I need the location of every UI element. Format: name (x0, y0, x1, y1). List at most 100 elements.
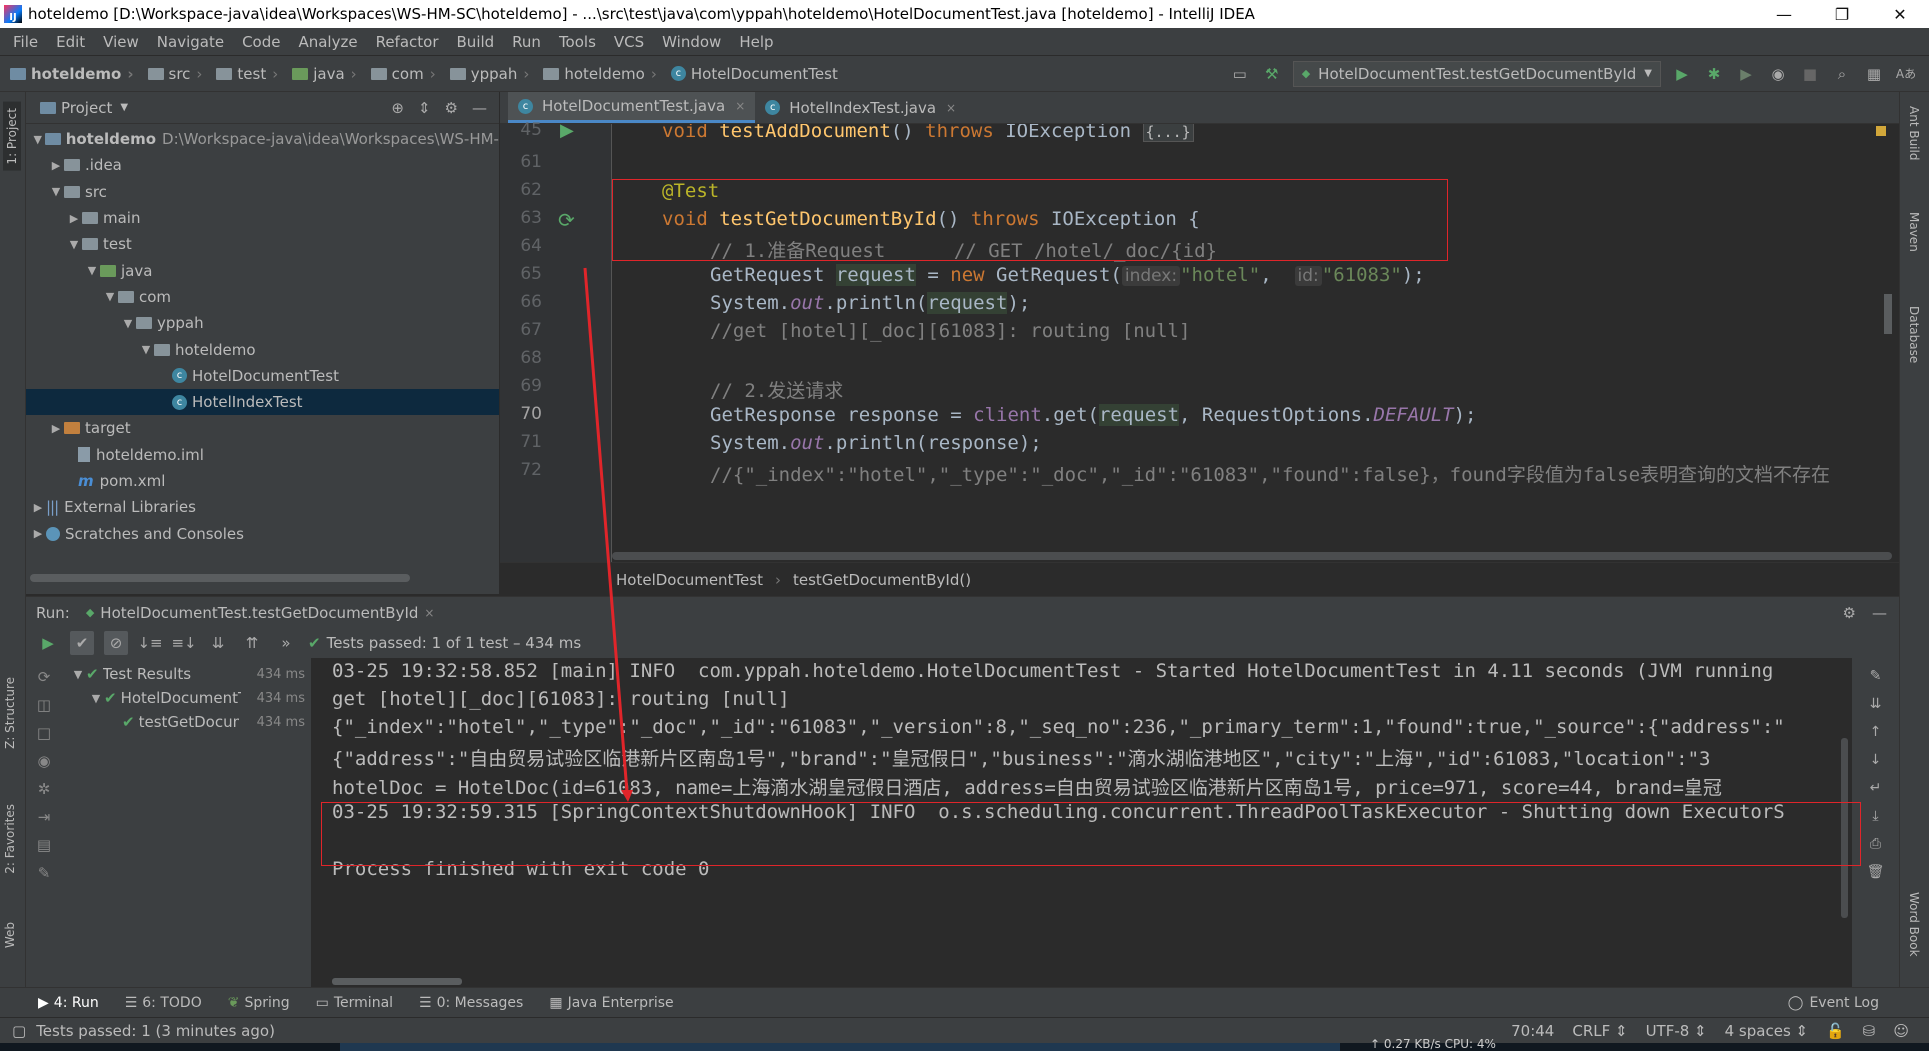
editor-horizontal-scrollbar[interactable] (612, 552, 1892, 560)
translate-icon[interactable]: Aあ (1895, 63, 1917, 85)
menu-tools[interactable]: Tools (550, 33, 605, 51)
menu-build[interactable]: Build (448, 33, 504, 51)
run-test-gutter-icon[interactable]: ▶ (560, 120, 574, 141)
test-class-node[interactable]: ▼ ✔ HotelDocumentTest 434 ms (62, 686, 311, 710)
toggle-auto-test-icon[interactable]: ◫ (37, 696, 51, 714)
expand-arrow-icon[interactable]: ▼ (138, 343, 154, 356)
stop-icon[interactable]: ■ (1799, 63, 1821, 85)
search-icon[interactable]: ⌕ (1831, 63, 1853, 85)
status-message[interactable]: Tests passed: 1 (3 minutes ago) (36, 1022, 275, 1040)
expand-arrow-icon[interactable]: ▼ (120, 317, 136, 330)
tab-todo[interactable]: ☰ 6: TODO (125, 995, 202, 1011)
lock-icon[interactable]: 🔓 (1826, 1022, 1845, 1040)
tree-item-yppah[interactable]: ▼ yppah (26, 310, 499, 336)
nav-crumb-test[interactable]: test › (212, 65, 288, 83)
breadcrumb-method[interactable]: testGetDocumentById() (793, 571, 971, 589)
close-tab-icon[interactable]: × (424, 606, 434, 620)
tree-item-target[interactable]: ▶ target (26, 415, 499, 441)
console-horizontal-scrollbar[interactable] (332, 978, 462, 985)
project-panel-title[interactable]: Project (61, 99, 112, 117)
rerun-failed-icon[interactable]: ⟳ (38, 668, 51, 686)
hector-inspector-icon[interactable]: ☺ (1893, 1022, 1909, 1040)
locate-target-icon[interactable]: ⊕ (391, 99, 404, 117)
tree-item-idea[interactable]: ▶ .idea (26, 152, 499, 178)
test-results-root[interactable]: ▼ ✔ Test Results 434 ms (62, 662, 311, 686)
tab-spring[interactable]: ❦ Spring (228, 995, 290, 1011)
tab-run[interactable]: ▶ 4: Run (38, 995, 99, 1011)
tree-item-com[interactable]: ▼ com (26, 284, 499, 310)
pin-icon[interactable]: ✎ (38, 864, 51, 882)
folded-code-block[interactable]: {...} (1142, 124, 1194, 142)
run-test-gutter-icon[interactable]: ⟳ (558, 208, 575, 232)
tree-item-test[interactable]: ▼ test (26, 231, 499, 257)
nav-crumb-yppah[interactable]: yppah › (446, 65, 540, 83)
expand-arrow-icon[interactable]: ▶ (30, 501, 46, 514)
nav-crumb-hoteldemo[interactable]: hoteldemo › (539, 65, 667, 83)
hide-panel-icon[interactable]: — (472, 99, 487, 117)
favorites-tool-tab[interactable]: 2: Favorites (3, 804, 17, 874)
settings-gear-icon[interactable]: ⚙ (1843, 604, 1856, 622)
inspection-warning-icon[interactable] (1876, 126, 1886, 136)
hide-panel-icon[interactable]: — (1872, 604, 1887, 622)
menu-help[interactable]: Help (730, 33, 782, 51)
layout-icon[interactable]: ▭ (1229, 63, 1251, 85)
tree-item-hotelindextest[interactable]: c HotelIndexTest (26, 388, 499, 416)
expand-arrow-icon[interactable]: ▶ (30, 527, 46, 540)
menu-edit[interactable]: Edit (47, 33, 94, 51)
editor-gutter[interactable]: 45 61 62 63 64 65 66 67 68 69 70 71 72 ▶… (500, 120, 612, 562)
project-structure-icon[interactable]: ▦ (1863, 63, 1885, 85)
run-console[interactable]: 03-25 19:32:58.852 [main] INFO com.yppah… (312, 658, 1852, 987)
coverage-icon[interactable]: ▶ (1735, 63, 1757, 85)
nav-crumb-class[interactable]: c HotelDocumentTest (667, 65, 842, 83)
web-tool-tab[interactable]: Web (3, 922, 17, 948)
expand-arrow-icon[interactable]: ▼ (48, 185, 64, 198)
expand-arrow-icon[interactable]: ▼ (88, 692, 104, 705)
close-tab-icon[interactable]: × (735, 99, 745, 113)
soft-wrap-icon[interactable]: ↵ (1870, 780, 1882, 796)
expand-arrow-icon[interactable]: ▼ (102, 290, 118, 303)
test-method-node[interactable]: ✔ testGetDocumentById 434 ms (62, 710, 311, 734)
tree-item-src[interactable]: ▼ src (26, 179, 499, 205)
restore-button[interactable]: ❐ (1813, 0, 1871, 28)
up-arrow-icon[interactable]: ↑ (1870, 724, 1882, 740)
nav-crumb-java[interactable]: java › (288, 65, 366, 83)
scroll-end-icon[interactable]: ⤓ (1872, 808, 1878, 824)
tree-item-hoteldemo-root[interactable]: ▼ hoteldemo D:\Workspace-java\idea\Works… (26, 126, 499, 152)
tab-java-enterprise[interactable]: ▦ Java Enterprise (549, 995, 673, 1011)
scrollbar-thumb[interactable] (612, 552, 1892, 560)
tree-item-hoteldemo-package[interactable]: ▼ hoteldemo (26, 336, 499, 362)
tab-messages[interactable]: ☰ 0: Messages (419, 995, 523, 1011)
build-hammer-icon[interactable]: ⚒ (1261, 63, 1283, 85)
project-horizontal-scrollbar[interactable] (30, 574, 410, 582)
expand-arrow-icon[interactable]: ▶ (48, 159, 64, 172)
more-actions-icon[interactable]: » (274, 631, 298, 655)
tree-item-scratches[interactable]: ▶ Scratches and Consoles (26, 520, 499, 546)
tab-hotelindextest[interactable]: c HotelIndexTest.java × (755, 92, 966, 123)
breadcrumb-class[interactable]: HotelDocumentTest (616, 571, 763, 589)
nav-crumb-com[interactable]: com › (367, 65, 446, 83)
expand-arrow-icon[interactable]: ▶ (66, 212, 82, 225)
project-tool-tab[interactable]: 1: Project (3, 102, 21, 171)
expand-arrow-icon[interactable]: ▼ (84, 264, 100, 277)
close-tab-icon[interactable]: × (946, 101, 956, 115)
expand-arrow-icon[interactable]: ▶ (48, 422, 64, 435)
editor-vertical-scrollbar[interactable] (1884, 294, 1892, 334)
minimize-button[interactable]: — (1755, 0, 1813, 28)
encoding-select[interactable]: UTF-8 ⇕ (1646, 1022, 1707, 1040)
run-icon[interactable]: ▶ (1671, 63, 1693, 85)
menu-code[interactable]: Code (233, 33, 289, 51)
debug-icon[interactable]: ✲ (38, 780, 51, 798)
event-log-tab[interactable]: ◯ Event Log (1788, 995, 1929, 1011)
ant-build-tool-tab[interactable]: Ant Build (1907, 106, 1921, 160)
code-editor[interactable]: void testAddDocument() throws IOExceptio… (612, 124, 1892, 562)
nav-crumb-project[interactable]: hoteldemo › (0, 65, 144, 83)
database-tool-tab[interactable]: Database (1907, 306, 1921, 363)
tree-item-java[interactable]: ▼ java (26, 257, 499, 283)
expand-all-icon[interactable]: ⇊ (206, 631, 230, 655)
profile-icon[interactable]: ◉ (1767, 63, 1789, 85)
tree-item-hoteldemo-iml[interactable]: hoteldemo.iml (26, 442, 499, 468)
camera-icon[interactable]: ◉ (37, 752, 50, 770)
close-window-button[interactable]: ✕ (1871, 0, 1929, 28)
collapse-all-icon[interactable]: ⇕ (418, 99, 431, 117)
status-toggle-icon[interactable]: ▢ (12, 1022, 26, 1040)
